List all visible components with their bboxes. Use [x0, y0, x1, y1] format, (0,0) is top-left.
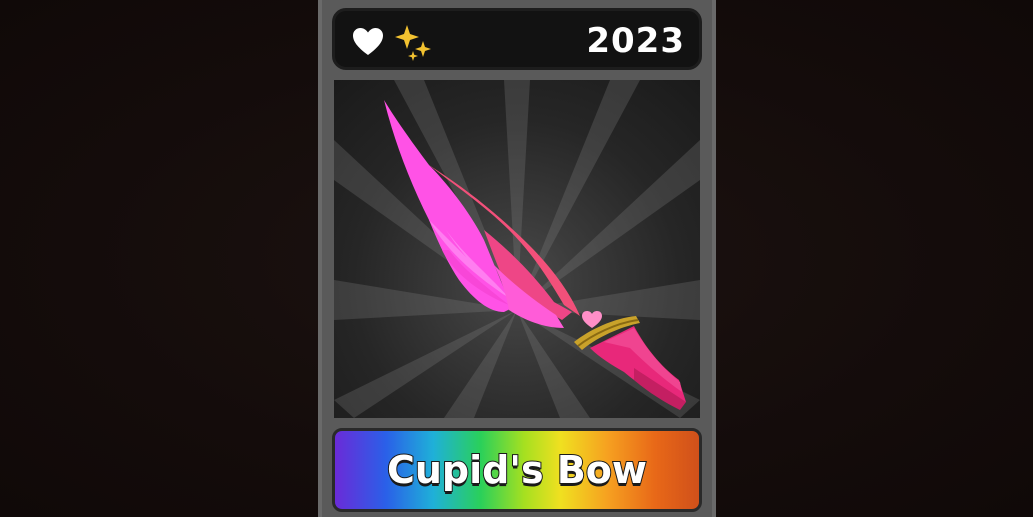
item-name-plate: Cupid's Bow — [332, 428, 702, 512]
card-header: 2023 — [332, 8, 702, 70]
item-showcase — [334, 80, 700, 418]
release-year: 2023 — [586, 21, 685, 61]
heart-icon[interactable] — [351, 25, 385, 59]
item-card[interactable]: 2023 Cupid's Bow — [318, 0, 716, 517]
game-stage: 2023 Cupid's Bow — [0, 0, 1033, 517]
knife-item-image — [384, 100, 686, 410]
item-name: Cupid's Bow — [386, 447, 648, 493]
sparkle-icon[interactable] — [393, 21, 435, 63]
